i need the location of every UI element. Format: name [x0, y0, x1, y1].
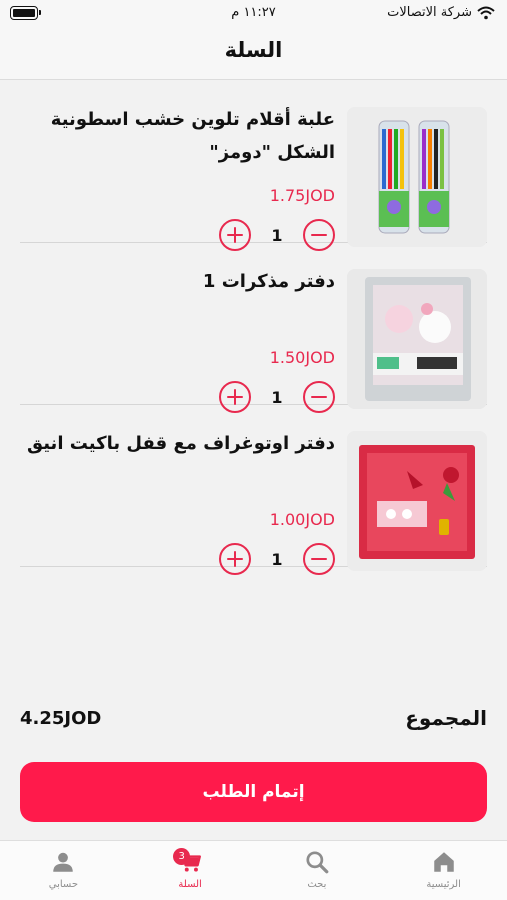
- cart-item: دفتر اوتوغراف مع قفل باكيت انيق 1.00JOD …: [20, 405, 487, 575]
- cart-item: علبة أقلام تلوين خشب اسطونية الشكل "دومز…: [20, 81, 487, 251]
- page-title: السلة: [224, 38, 283, 62]
- battery-icon: [10, 6, 41, 20]
- tab-label: الرئيسية: [426, 879, 461, 890]
- clock: ١١:٢٧ م: [231, 5, 276, 20]
- cart-item: دفتر مذكرات 1 1.50JOD 1: [20, 243, 487, 413]
- increase-quantity-button[interactable]: [219, 543, 251, 575]
- tab-cart[interactable]: 3 السلة: [127, 841, 254, 900]
- checkout-button[interactable]: إتمام الطلب: [20, 762, 487, 822]
- decrease-quantity-button[interactable]: [303, 543, 335, 575]
- item-name: دفتر مذكرات 1: [202, 271, 335, 292]
- item-price: 1.75JOD: [269, 186, 335, 205]
- tab-label: بحث: [307, 879, 327, 890]
- carrier-name: شركة الاتصالات: [387, 5, 472, 20]
- tab-bar: الرئيسية بحث 3 السلة حسابي: [0, 840, 507, 900]
- top-bar: شركة الاتصالات ١١:٢٧ م السلة: [0, 0, 507, 80]
- quantity-stepper: 1: [219, 543, 335, 575]
- home-icon: [433, 852, 454, 872]
- item-price: 1.00JOD: [269, 510, 335, 529]
- cart-count-badge: 3: [173, 848, 191, 865]
- notebook-image[interactable]: [347, 269, 487, 409]
- quantity-value: 1: [271, 387, 283, 407]
- autograph-book-image[interactable]: [347, 431, 487, 571]
- wifi-icon: [477, 6, 495, 19]
- colored-pencils-image[interactable]: [347, 107, 487, 247]
- total-value: 4.25JOD: [20, 708, 102, 729]
- tab-search[interactable]: بحث: [254, 841, 381, 900]
- item-name: علبة أقلام تلوين خشب اسطونية الشكل "دومز…: [50, 109, 335, 163]
- total-label: المجموع: [405, 706, 487, 730]
- search-icon: [306, 851, 329, 874]
- tab-label: السلة: [178, 879, 202, 890]
- item-price: 1.50JOD: [269, 348, 335, 367]
- tab-label: حسابي: [48, 879, 79, 890]
- cart-total: المجموع 4.25JOD: [20, 706, 487, 736]
- carrier-indicator: شركة الاتصالات: [387, 5, 495, 20]
- user-icon: [53, 852, 74, 872]
- quantity-value: 1: [271, 549, 283, 569]
- tab-account[interactable]: حسابي: [0, 841, 127, 900]
- cart-list: علبة أقلام تلوين خشب اسطونية الشكل "دومز…: [0, 81, 507, 575]
- quantity-value: 1: [271, 225, 283, 245]
- item-name: دفتر اوتوغراف مع قفل باكيت انيق: [26, 433, 335, 454]
- status-bar: شركة الاتصالات ١١:٢٧ م: [0, 0, 507, 30]
- tab-home[interactable]: الرئيسية: [380, 841, 507, 900]
